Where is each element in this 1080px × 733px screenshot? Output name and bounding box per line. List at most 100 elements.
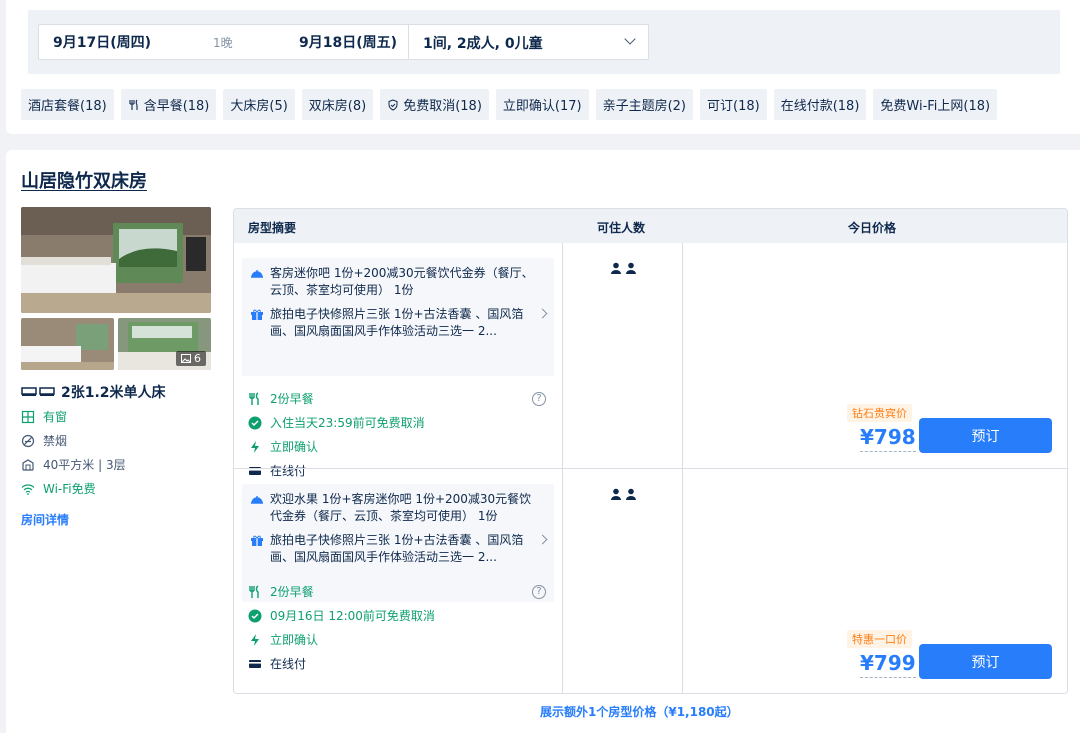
room-service-icon: [251, 270, 263, 278]
rate-row: 欢迎水果 1份+客房迷你吧 1份+200减30元餐饮代金券（餐厅、云顶、茶室均可…: [234, 468, 1067, 693]
amenity-wifi: Wi-Fi免费: [21, 480, 96, 497]
room-photo-thumb[interactable]: [21, 318, 114, 370]
header-occupancy: 可住人数: [597, 221, 646, 235]
filter-free-cancel[interactable]: 免费取消(18): [380, 89, 489, 120]
check-circle-icon: [248, 609, 262, 622]
occupancy-icons: [610, 262, 637, 274]
twin-bed-icon: [21, 387, 55, 396]
cancel-policy: 入住当天23:59前可免费取消: [248, 414, 425, 431]
book-button[interactable]: 预订: [919, 418, 1052, 453]
amenity-size-floor: 40平方米 | 3层: [21, 456, 126, 473]
instant-confirm: 立即确认: [248, 438, 318, 455]
chevron-down-icon: [624, 33, 636, 45]
price-tag: 特惠一口价: [847, 630, 912, 648]
room-photo-image: [21, 207, 211, 313]
confirm-label: 立即确认: [270, 440, 319, 454]
filter-label: 免费Wi-Fi上网(18): [880, 99, 991, 114]
filter-instant-confirm[interactable]: 立即确认(17): [495, 89, 589, 120]
pay-label: 在线付: [270, 657, 307, 671]
column-divider: [682, 243, 683, 468]
column-divider: [562, 243, 563, 468]
payment-method: 在线付: [248, 655, 306, 672]
occupancy-icons: [610, 488, 637, 500]
check-circle-icon: [248, 416, 262, 429]
filter-twin-bed[interactable]: 双床房(8): [301, 89, 374, 120]
filter-family[interactable]: 亲子主题房(2): [595, 89, 694, 120]
guest-selector[interactable]: 1间, 2成人, 0儿童: [408, 24, 649, 60]
person-icon: [611, 262, 621, 274]
room-photo-thumb[interactable]: 6: [118, 318, 211, 370]
filter-package[interactable]: 酒店套餐(18): [21, 89, 114, 120]
guest-summary: 1间, 2成人, 0儿童: [423, 36, 543, 52]
filter-label: 含早餐(18): [143, 99, 210, 114]
cancel-label: 入住当天23:59前可免费取消: [270, 416, 425, 430]
checkout-date[interactable]: 9月18日(周五): [299, 32, 397, 52]
shield-check-icon: [388, 98, 398, 111]
room-photo-image: [21, 318, 114, 370]
package-item: 旅拍电子快修照片三张 1份+古法香囊 、国风箔画、国风扇面国风手作体验活动三选一…: [250, 306, 540, 340]
filter-breakfast[interactable]: 含早餐(18): [120, 89, 217, 120]
credit-card-icon: [249, 659, 261, 668]
table-header: 房型摘要 可住人数 今日价格: [234, 209, 1067, 243]
help-icon[interactable]: ?: [532, 392, 546, 406]
filter-label: 立即确认(17): [502, 99, 582, 114]
room-photo-main[interactable]: [21, 207, 211, 313]
column-divider: [562, 469, 563, 693]
filter-label: 大床房(5): [230, 99, 288, 114]
price[interactable]: ¥799: [860, 651, 916, 678]
amenity-label: 有窗: [43, 410, 68, 424]
breakfast-label: 2份早餐: [270, 392, 314, 406]
photo-count-badge: 6: [176, 351, 206, 366]
filter-label: 亲子主题房(2): [602, 99, 687, 114]
filter-wifi[interactable]: 免费Wi-Fi上网(18): [873, 89, 998, 120]
cancel-policy: 09月16日 12:00前可免费取消: [248, 607, 435, 624]
column-divider: [682, 469, 683, 693]
person-icon: [611, 488, 621, 500]
nights-count: 1晚: [213, 35, 233, 50]
help-icon[interactable]: ?: [532, 585, 546, 599]
show-more-rates-link[interactable]: 展示额外1个房型价格（¥1,180起）: [540, 703, 739, 720]
amenity-label: 40平方米 | 3层: [43, 458, 126, 472]
date-picker[interactable]: 9月17日(周四) 1晚 9月18日(周五): [38, 24, 408, 60]
utensils-icon: [129, 99, 138, 110]
breakfast-info: 2份早餐: [248, 390, 314, 407]
filter-bookable[interactable]: 可订(18): [700, 89, 767, 120]
package-text: 旅拍电子快修照片三张 1份+古法香囊 、国风箔画、国风扇面国风手作体验活动三选一…: [270, 533, 524, 564]
gift-icon: [251, 309, 263, 320]
breakfast-label: 2份早餐: [270, 585, 314, 599]
instant-confirm: 立即确认: [248, 631, 318, 648]
room-card: 山居隐竹双床房 6 2张1.2米单人床 有窗 禁烟 40平方米 | 3层 Wi-…: [6, 150, 1080, 733]
utensils-icon: [249, 584, 259, 598]
room-detail-link[interactable]: 房间详情: [21, 511, 69, 528]
package-box[interactable]: 客房迷你吧 1份+200减30元餐饮代金券（餐厅、云顶、茶室均可使用） 1份 旅…: [242, 258, 554, 376]
filter-label: 双床房(8): [308, 99, 367, 114]
package-text: 旅拍电子快修照片三张 1份+古法香囊 、国风箔画、国风扇面国风手作体验活动三选一…: [270, 307, 524, 338]
lightning-icon: [251, 633, 259, 646]
filter-label: 在线付款(18): [780, 99, 860, 114]
price-tag: 钻石贵宾价: [847, 404, 912, 422]
room-service-icon: [251, 496, 263, 504]
search-bar: 9月17日(周四) 1晚 9月18日(周五) 1间, 2成人, 0儿童: [28, 10, 1060, 74]
price[interactable]: ¥798: [860, 425, 916, 452]
package-item: 客房迷你吧 1份+200减30元餐饮代金券（餐厅、云顶、茶室均可使用） 1份: [250, 265, 540, 299]
lightning-icon: [251, 440, 259, 453]
bed-label: 2张1.2米单人床: [61, 385, 166, 401]
package-item: 欢迎水果 1份+客房迷你吧 1份+200减30元餐饮代金券（餐厅、云顶、茶室均可…: [250, 491, 540, 525]
filter-label: 免费取消(18): [403, 99, 482, 114]
breakfast-info: 2份早餐: [248, 583, 314, 600]
amenity-no-smoking: 禁烟: [21, 432, 67, 449]
confirm-label: 立即确认: [270, 633, 319, 647]
book-button[interactable]: 预订: [919, 644, 1052, 679]
filter-online-pay[interactable]: 在线付款(18): [773, 89, 867, 120]
bed-info: 2张1.2米单人床: [21, 382, 166, 402]
rate-row: 客房迷你吧 1份+200减30元餐饮代金券（餐厅、云顶、茶室均可使用） 1份 旅…: [234, 243, 1067, 478]
filter-king-bed[interactable]: 大床房(5): [223, 89, 295, 120]
room-title[interactable]: 山居隐竹双床房: [21, 167, 147, 193]
amenity-label: Wi-Fi免费: [43, 482, 96, 496]
amenity-window: 有窗: [21, 408, 67, 425]
header-price: 今日价格: [848, 221, 897, 235]
checkin-date[interactable]: 9月17日(周四): [53, 32, 151, 52]
wifi-icon: [21, 483, 35, 495]
no-smoking-icon: [21, 434, 35, 447]
person-icon: [626, 488, 636, 500]
